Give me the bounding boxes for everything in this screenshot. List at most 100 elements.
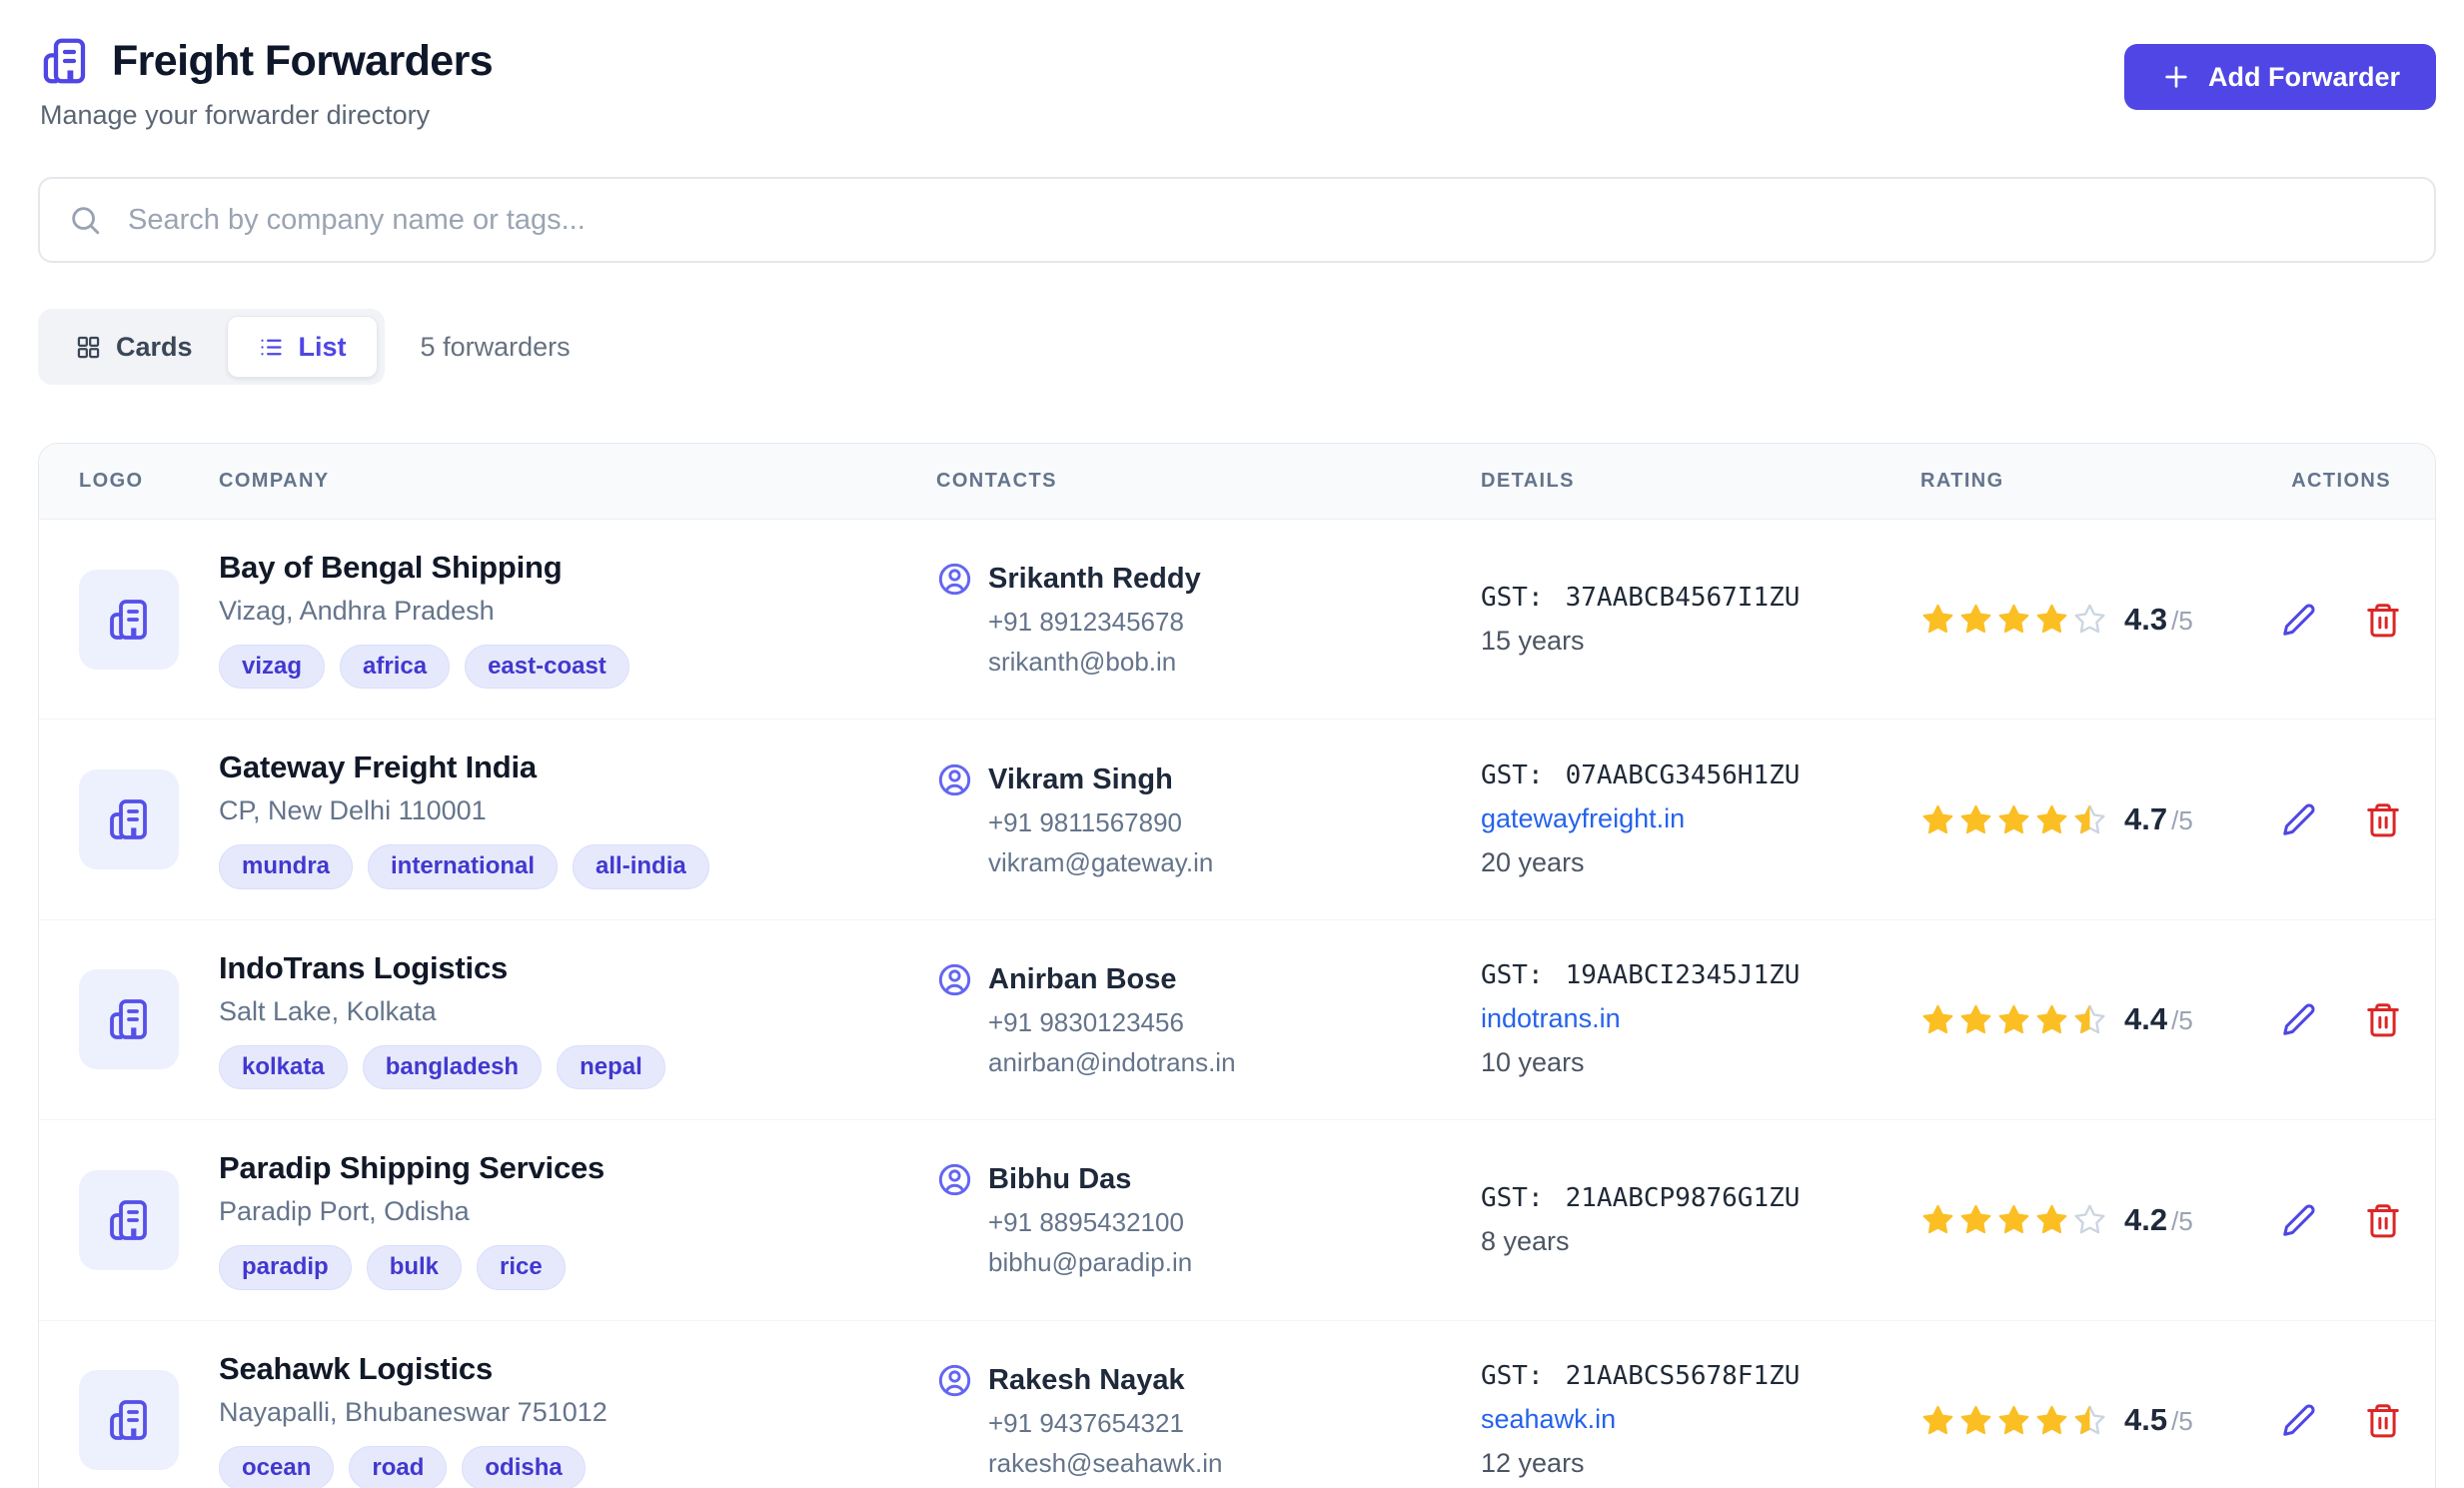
delete-button[interactable] xyxy=(2364,1000,2402,1038)
contact-phone: +91 8912345678 xyxy=(988,607,1481,638)
column-header-logo: LOGO xyxy=(39,470,219,493)
table-row: Gateway Freight India CP, New Delhi 1100… xyxy=(39,719,2435,918)
search-input[interactable] xyxy=(38,177,2436,263)
company-cell: Gateway Freight India CP, New Delhi 1100… xyxy=(219,749,936,888)
rating-denominator: /5 xyxy=(2171,805,2193,835)
company-location: CP, New Delhi 110001 xyxy=(219,795,896,826)
company-cell: Seahawk Logistics Nayapalli, Bhubaneswar… xyxy=(219,1351,936,1488)
contact-name: Bibhu Das xyxy=(988,1163,1131,1196)
logo-cell xyxy=(39,1170,219,1270)
rating-denominator: /5 xyxy=(2171,1406,2193,1436)
star-rating xyxy=(1920,1403,2107,1438)
table-row: Bay of Bengal Shipping Vizag, Andhra Pra… xyxy=(39,520,2435,719)
experience-years: 10 years xyxy=(1481,1047,1920,1078)
experience-years: 20 years xyxy=(1481,847,1920,878)
gst-label: GST: xyxy=(1481,1183,1544,1213)
gst-number: 07AABCG3456H1ZU xyxy=(1566,760,1801,790)
contact-cell: Vikram Singh +91 9811567890 vikram@gatew… xyxy=(936,761,1481,878)
gst-number: 21AABCP9876G1ZU xyxy=(1566,1183,1801,1213)
company-logo xyxy=(79,1170,179,1270)
rating-text: 4.4/5 xyxy=(2124,1001,2193,1037)
contact-cell: Anirban Bose +91 9830123456 anirban@indo… xyxy=(936,961,1481,1078)
gst-number: 37AABCB4567I1ZU xyxy=(1566,583,1801,613)
view-toggle: Cards List xyxy=(38,309,385,385)
rating-value: 4.3 xyxy=(2124,602,2167,637)
view-toolbar: Cards List 5 forwarders xyxy=(38,309,2436,385)
contact-phone: +91 9811567890 xyxy=(988,807,1481,838)
user-icon xyxy=(936,1362,973,1399)
star-rating xyxy=(1920,602,2107,637)
star-rating xyxy=(1920,802,2107,837)
details-cell: GST: 37AABCB4567I1ZU 15 years xyxy=(1481,583,1920,657)
plus-icon xyxy=(2160,61,2192,93)
rating-value: 4.5 xyxy=(2124,1402,2167,1437)
details-cell: GST: 07AABCG3456H1ZU gatewayfreight.in 2… xyxy=(1481,760,1920,878)
search-bar xyxy=(38,177,2436,263)
building-icon xyxy=(38,34,92,88)
edit-button[interactable] xyxy=(2280,1401,2318,1439)
delete-button[interactable] xyxy=(2364,1201,2402,1239)
contact-cell: Bibhu Das +91 8895432100 bibhu@paradip.i… xyxy=(936,1161,1481,1278)
tag-pill: all-india xyxy=(573,844,709,888)
gst-label: GST: xyxy=(1481,583,1544,613)
tag-pill: paradip xyxy=(219,1245,352,1289)
gst-label: GST: xyxy=(1481,760,1544,790)
list-view-button[interactable]: List xyxy=(227,316,378,378)
list-icon xyxy=(258,334,285,361)
column-header-rating: RATING xyxy=(1920,470,2280,493)
delete-button[interactable] xyxy=(2364,1401,2402,1439)
cards-view-button[interactable]: Cards xyxy=(45,316,223,378)
tag-pill: africa xyxy=(340,645,450,689)
actions-cell xyxy=(2280,800,2436,838)
rating-cell: 4.3/5 xyxy=(1920,602,2280,638)
forwarder-count: 5 forwarders xyxy=(421,332,571,363)
gst-label: GST: xyxy=(1481,1361,1544,1391)
tag-pill: bangladesh xyxy=(363,1045,542,1089)
edit-button[interactable] xyxy=(2280,800,2318,838)
website-link[interactable]: seahawk.in xyxy=(1481,1404,1920,1435)
edit-button[interactable] xyxy=(2280,1201,2318,1239)
user-icon xyxy=(936,1161,973,1198)
edit-button[interactable] xyxy=(2280,601,2318,639)
gst-number: 21AABCS5678F1ZU xyxy=(1566,1361,1801,1391)
page: Freight Forwarders Manage your forwarder… xyxy=(0,0,2464,1488)
title-block: Freight Forwarders Manage your forwarder… xyxy=(38,34,493,131)
company-cell: Paradip Shipping Services Paradip Port, … xyxy=(219,1150,936,1289)
tag-pill: rice xyxy=(477,1245,566,1289)
page-header: Freight Forwarders Manage your forwarder… xyxy=(38,34,2436,131)
tag-pill: international xyxy=(368,844,558,888)
tag-list: paradipbulkrice xyxy=(219,1245,896,1289)
actions-cell xyxy=(2280,1201,2436,1239)
tag-pill: odisha xyxy=(462,1446,585,1488)
column-header-company: COMPANY xyxy=(219,470,936,493)
actions-cell xyxy=(2280,1000,2436,1038)
tag-pill: east-coast xyxy=(465,645,629,689)
gst-number: 19AABCI2345J1ZU xyxy=(1566,960,1801,990)
table-body: Bay of Bengal Shipping Vizag, Andhra Pra… xyxy=(39,520,2435,1488)
page-title: Freight Forwarders xyxy=(112,37,493,86)
rating-denominator: /5 xyxy=(2171,1206,2193,1236)
table-row: Paradip Shipping Services Paradip Port, … xyxy=(39,1119,2435,1319)
delete-button[interactable] xyxy=(2364,800,2402,838)
forwarders-table: LOGO COMPANY CONTACTS DETAILS RATING ACT… xyxy=(38,443,2436,1488)
rating-denominator: /5 xyxy=(2171,1005,2193,1035)
tag-pill: nepal xyxy=(557,1045,665,1089)
company-name: Bay of Bengal Shipping xyxy=(219,550,896,586)
column-header-contacts: CONTACTS xyxy=(936,470,1481,493)
website-link[interactable]: gatewayfreight.in xyxy=(1481,803,1920,834)
contact-email: bibhu@paradip.in xyxy=(988,1247,1481,1278)
add-forwarder-button[interactable]: Add Forwarder xyxy=(2124,44,2436,110)
rating-value: 4.7 xyxy=(2124,801,2167,836)
tag-pill: road xyxy=(349,1446,447,1488)
rating-value: 4.2 xyxy=(2124,1202,2167,1237)
website-link[interactable]: indotrans.in xyxy=(1481,1003,1920,1034)
add-forwarder-label: Add Forwarder xyxy=(2208,62,2400,93)
edit-button[interactable] xyxy=(2280,1000,2318,1038)
details-cell: GST: 21AABCP9876G1ZU 8 years xyxy=(1481,1183,1920,1257)
logo-cell xyxy=(39,769,219,869)
rating-text: 4.3/5 xyxy=(2124,602,2193,638)
rating-cell: 4.5/5 xyxy=(1920,1402,2280,1438)
rating-cell: 4.4/5 xyxy=(1920,1001,2280,1037)
tag-pill: mundra xyxy=(219,844,353,888)
delete-button[interactable] xyxy=(2364,601,2402,639)
